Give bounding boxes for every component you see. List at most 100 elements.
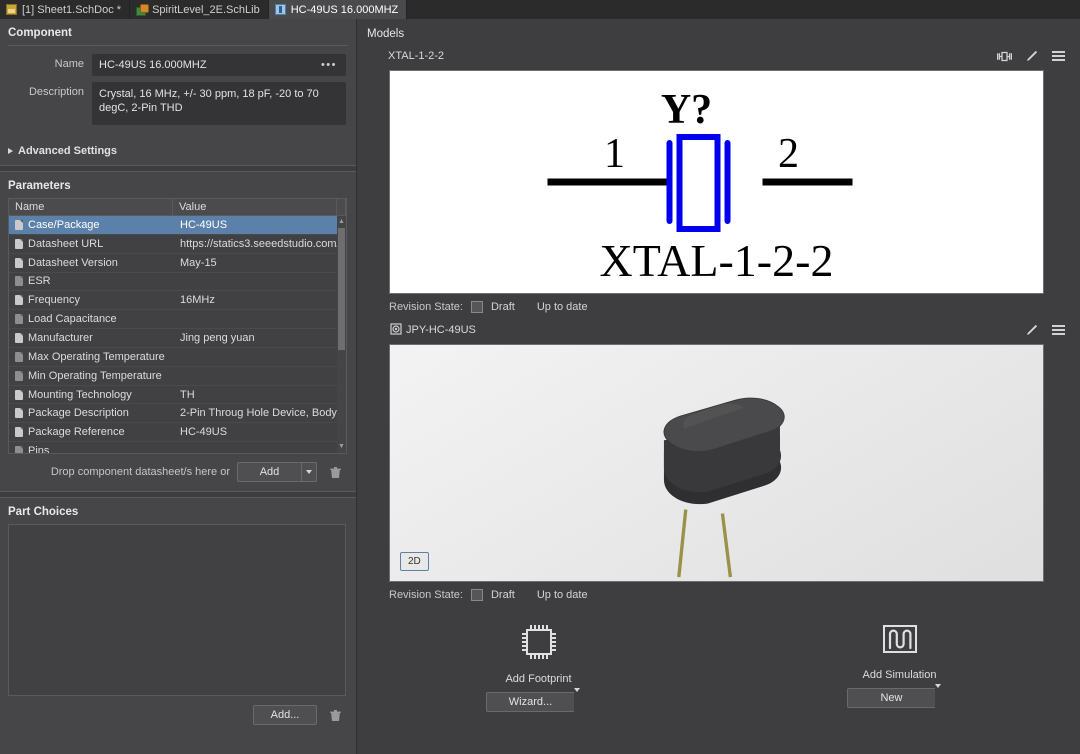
document-icon (15, 238, 23, 249)
parameter-name-label: Pins (28, 445, 50, 454)
table-row[interactable]: Mounting Technology TH (9, 386, 346, 405)
parameter-name-label: ESR (28, 275, 51, 288)
component-editor-panel: Component Name HC-49US 16.000MHZ ••• Des… (0, 19, 357, 754)
simulation-new-split-button[interactable]: New (847, 684, 952, 708)
place-symbol-icon[interactable] (996, 49, 1012, 63)
parameter-name-cell: Datasheet URL (9, 238, 174, 250)
symbol-draft-checkbox[interactable] (470, 301, 483, 313)
part-choices-list[interactable] (8, 524, 346, 696)
parameter-value-cell[interactable]: HC-49US (174, 426, 341, 438)
document-tab-bar: [1] Sheet1.SchDoc * SpiritLevel_2E.SchLi… (0, 0, 1080, 19)
symbol-designator: Y? (661, 87, 712, 133)
parameter-name-cell: Max Operating Temperature (9, 351, 174, 363)
tab-hc-49us-component[interactable]: HC-49US 16.000MHZ (268, 0, 408, 19)
footprint-wizard-dropdown-arrow[interactable] (574, 688, 591, 712)
table-row[interactable]: Manufacturer Jing peng yuan (9, 329, 346, 348)
symbol-caption: XTAL-1-2-2 (600, 235, 834, 286)
column-header-value[interactable]: Value (173, 199, 337, 215)
parameters-section-title: Parameters (8, 180, 71, 192)
symbol-pin1-label: 1 (604, 131, 625, 177)
footprint-model-header: JPY-HC-49US (358, 320, 1080, 340)
symbol-uptodate-label: Up to date (536, 301, 588, 313)
waveform-icon[interactable] (879, 621, 921, 662)
part-choices-button-row: Add... (0, 696, 356, 725)
table-row[interactable]: Frequency 16MHz (9, 291, 346, 311)
simulation-new-dropdown-arrow[interactable] (935, 684, 952, 708)
parameter-value-cell[interactable]: May-15 (174, 257, 341, 269)
table-row[interactable]: Datasheet URL https://statics3.seeedstudi… (9, 235, 346, 254)
tab-sheet1-schdoc[interactable]: [1] Sheet1.SchDoc * (0, 0, 131, 19)
column-header-name[interactable]: Name (9, 199, 173, 215)
edit-pencil-icon[interactable] (1023, 49, 1039, 63)
add-datasheet-split-button[interactable]: Add (237, 462, 317, 482)
description-row: Description Crystal, 16 MHz, +/- 30 ppm,… (0, 82, 346, 125)
parameters-scrollbar[interactable]: ▲ ▼ (337, 216, 346, 453)
parameter-value-cell[interactable]: HC-49US (174, 219, 341, 231)
delete-datasheet-button[interactable] (324, 462, 346, 482)
add-model-actions: Add Footprint Wizard... Add Simulation N… (358, 601, 1080, 712)
table-row[interactable]: Datasheet Version May-15 (9, 254, 346, 273)
add-datasheet-button[interactable]: Add (237, 462, 301, 482)
scroll-down-arrow-icon[interactable]: ▼ (338, 443, 345, 451)
document-icon (15, 389, 23, 400)
simulation-new-button[interactable]: New (847, 688, 935, 708)
parameter-name-cell: Package Reference (9, 426, 174, 438)
footprint-model-tools (1023, 323, 1066, 337)
document-icon (15, 408, 23, 419)
parameter-value-cell[interactable]: TH (174, 389, 341, 401)
symbol-model-name[interactable]: XTAL-1-2-2 (388, 50, 444, 62)
footprint-model-name[interactable]: JPY-HC-49US (406, 324, 476, 336)
ic-chip-icon[interactable] (518, 621, 560, 666)
scroll-up-arrow-icon[interactable]: ▲ (338, 218, 345, 226)
footprint-wizard-button[interactable]: Wizard... (486, 692, 574, 712)
add-simulation-action: Add Simulation New (719, 621, 1080, 712)
table-row[interactable]: Load Capacitance (9, 310, 346, 330)
table-row[interactable]: Max Operating Temperature (9, 348, 346, 367)
component-description-input[interactable]: Crystal, 16 MHz, +/- 30 ppm, 18 pF, -20 … (92, 82, 346, 125)
document-icon (15, 351, 23, 362)
symbol-preview[interactable]: Y? 1 2 XTAL-1-2-2 (389, 70, 1044, 294)
name-menu-icon[interactable]: ••• (321, 59, 339, 71)
parameter-name-label: Manufacturer (28, 331, 93, 344)
parameter-value-cell[interactable]: 16MHz (174, 294, 341, 306)
edit-pencil-icon[interactable] (1023, 323, 1039, 337)
document-icon (15, 427, 23, 438)
schematic-doc-icon (6, 4, 17, 15)
parameter-value-cell[interactable]: https://statics3.seeedstudio.com/in (174, 238, 341, 250)
footprint-wizard-split-button[interactable]: Wizard... (486, 688, 591, 712)
advanced-settings-toggle[interactable]: Advanced Settings (0, 137, 356, 165)
parameter-name-label: Max Operating Temperature (28, 350, 165, 363)
table-row[interactable]: Case/Package HC-49US (9, 216, 346, 235)
symbol-revision-label: Revision State: (389, 301, 463, 313)
component-name-input[interactable]: HC-49US 16.000MHZ ••• (92, 54, 346, 76)
table-row[interactable]: ESR (9, 273, 346, 292)
document-icon (15, 257, 23, 268)
add-part-choice-button[interactable]: Add... (253, 705, 317, 725)
menu-kebab-icon[interactable] (1050, 323, 1066, 337)
table-row[interactable]: Package Reference HC-49US (9, 423, 346, 443)
scrollbar-thumb[interactable] (338, 228, 345, 350)
delete-part-choice-button[interactable] (324, 705, 346, 725)
parameters-table[interactable]: Name Value Case/Package HC-49US Datasheet … (8, 198, 347, 454)
table-row[interactable]: Pins (9, 442, 346, 454)
parameter-value-cell[interactable]: 2-Pin Throug Hole Device, Body 1 (174, 407, 341, 419)
footprint-draft-label: Draft (490, 589, 515, 601)
table-row[interactable]: Package Description 2-Pin Throug Hole Dev… (9, 404, 346, 424)
parameters-rows: Case/Package HC-49US Datasheet URL https://… (9, 216, 346, 453)
tab-spiritlevel-schlib[interactable]: SpiritLevel_2E.SchLib (130, 0, 269, 19)
parameter-value-cell[interactable]: Jing peng yuan (174, 332, 341, 344)
chevron-down-icon (935, 684, 941, 700)
add-datasheet-dropdown-arrow[interactable] (301, 462, 317, 482)
view-toggle-2d-button[interactable]: 2D (400, 552, 429, 571)
component-section-title: Component (8, 27, 72, 39)
table-row[interactable]: Min Operating Temperature (9, 367, 346, 386)
parameter-name-cell: Pins (9, 445, 174, 454)
tab-label: HC-49US 16.000MHZ (290, 3, 399, 16)
menu-kebab-icon[interactable] (1050, 49, 1066, 63)
parameter-name-label: Min Operating Temperature (28, 369, 162, 382)
footprint-3d-preview[interactable]: 2D (389, 344, 1044, 582)
parameters-table-wrap: Name Value Case/Package HC-49US Datasheet … (0, 198, 356, 454)
add-footprint-label: Add Footprint (505, 673, 572, 685)
document-icon (15, 314, 23, 325)
footprint-draft-checkbox[interactable] (470, 589, 483, 601)
